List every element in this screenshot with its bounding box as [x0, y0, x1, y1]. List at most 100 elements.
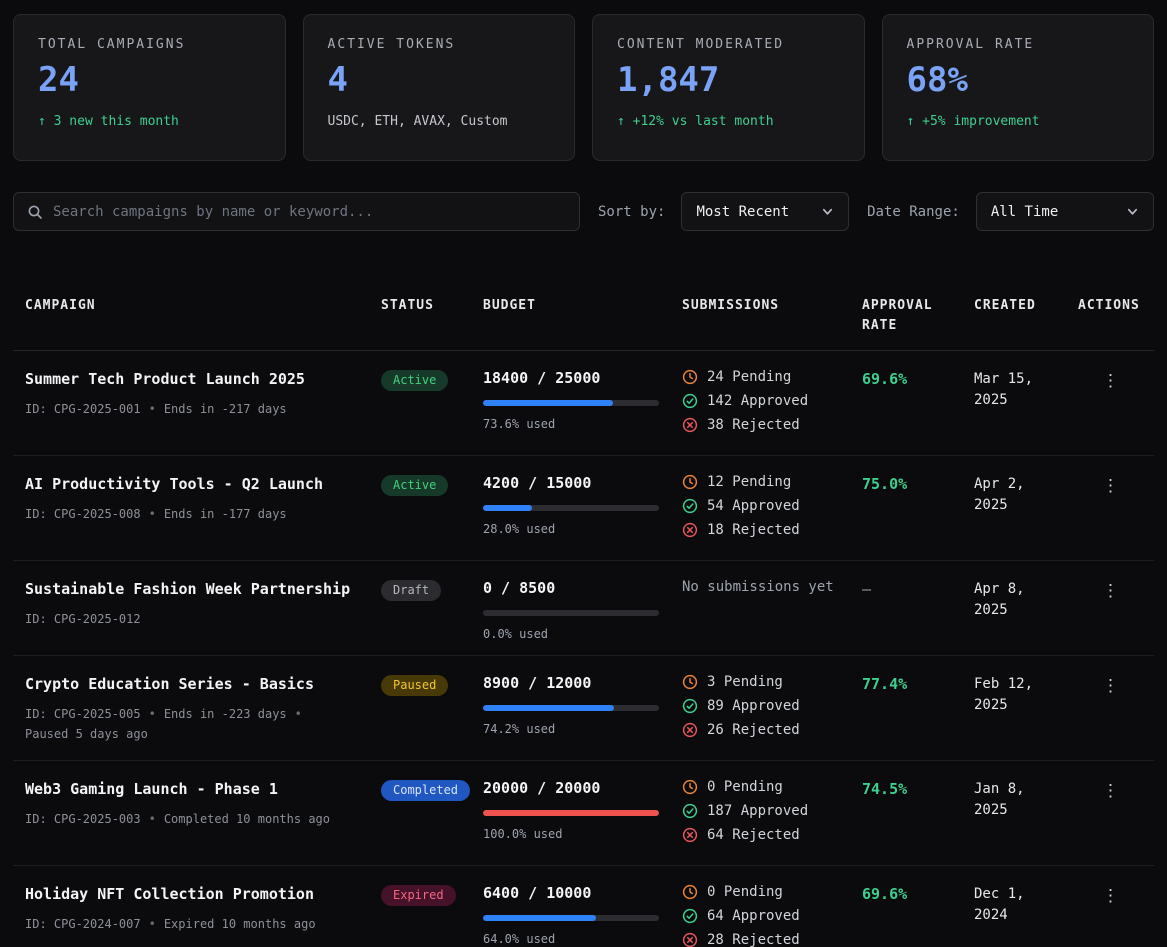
submission-count-label: 3 Pending — [707, 674, 783, 690]
created-cell: Jan 8, 2025 — [974, 779, 1078, 851]
campaigns-table: CAMPAIGN STATUS BUDGET SUBMISSIONS APPRO… — [13, 268, 1154, 947]
approval-rate-cell: 69.6% — [862, 369, 974, 441]
kebab-menu-icon[interactable]: ⋮ — [1092, 779, 1129, 804]
campaign-cell: Sustainable Fashion Week Partnership ID:… — [25, 579, 381, 641]
kebab-menu-icon[interactable]: ⋮ — [1092, 474, 1129, 499]
submissions-cell: 24 Pending142 Approved38 Rejected — [682, 369, 862, 441]
created-date: Jan 8, 2025 — [974, 779, 1060, 820]
submissions-cell: 12 Pending54 Approved18 Rejected — [682, 474, 862, 546]
sort-select[interactable]: Most Recent — [681, 192, 849, 231]
created-cell: Feb 12, 2025 — [974, 674, 1078, 746]
campaign-cell: Holiday NFT Collection Promotion ID: CPG… — [25, 884, 381, 947]
status-badge: Paused — [381, 675, 448, 696]
status-badge: Active — [381, 370, 448, 391]
budget-progress-bar — [483, 400, 659, 406]
col-header-campaign: CAMPAIGN — [25, 268, 381, 336]
budget-cell: 6400 / 10000 64.0% used — [483, 884, 682, 947]
budget-used-label: 100.0% used — [483, 827, 664, 841]
x-circle-icon — [682, 932, 698, 947]
approval-rate-value: 74.5% — [862, 780, 907, 798]
dashboard-page: TOTAL CAMPAIGNS 24 ↑ 3 new this month AC… — [0, 0, 1167, 947]
kebab-menu-icon[interactable]: ⋮ — [1092, 369, 1129, 394]
budget-used-label: 0.0% used — [483, 627, 664, 641]
search-input[interactable] — [53, 204, 566, 220]
campaign-name: Summer Tech Product Launch 2025 — [25, 369, 363, 391]
campaign-name: Web3 Gaming Launch - Phase 1 — [25, 779, 363, 801]
budget-cell: 20000 / 20000 100.0% used — [483, 779, 682, 851]
created-date: Feb 12, 2025 — [974, 674, 1060, 715]
no-submissions-text: No submissions yet — [682, 579, 844, 595]
x-circle-icon — [682, 722, 698, 738]
kebab-menu-icon[interactable]: ⋮ — [1092, 884, 1129, 909]
stat-value: 68% — [907, 62, 1130, 99]
stat-detail: USDC, ETH, AVAX, Custom — [328, 114, 551, 129]
submission-pending: 12 Pending — [682, 474, 844, 490]
table-row: AI Productivity Tools - Q2 Launch ID: CP… — [13, 456, 1154, 561]
stat-trend: ↑ 3 new this month — [38, 114, 261, 129]
date-range-select[interactable]: All Time — [976, 192, 1154, 231]
approval-rate-cell: 75.0% — [862, 474, 974, 546]
x-circle-icon — [682, 417, 698, 433]
sort-selected-value: Most Recent — [696, 204, 789, 220]
budget-progress-fill — [483, 705, 614, 711]
budget-progress-fill — [483, 505, 532, 511]
campaign-meta-item: Paused 5 days ago — [25, 725, 148, 743]
stat-label: TOTAL CAMPAIGNS — [38, 37, 261, 52]
created-cell: Apr 8, 2025 — [974, 579, 1078, 641]
submission-rejected: 38 Rejected — [682, 417, 844, 433]
approval-rate-value: 75.0% — [862, 475, 907, 493]
budget-amount: 6400 / 10000 — [483, 884, 664, 902]
chevron-down-icon — [821, 205, 834, 218]
submission-count-label: 142 Approved — [707, 393, 808, 409]
budget-progress-bar — [483, 610, 659, 616]
budget-cell: 8900 / 12000 74.2% used — [483, 674, 682, 746]
stat-trend: ↑ +12% vs last month — [617, 114, 840, 129]
budget-progress-bar — [483, 810, 659, 816]
budget-progress-fill — [483, 400, 613, 406]
submission-count-label: 0 Pending — [707, 884, 783, 900]
submission-count-label: 28 Rejected — [707, 932, 800, 947]
submission-pending: 0 Pending — [682, 884, 844, 900]
check-circle-icon — [682, 393, 698, 409]
submission-approved: 64 Approved — [682, 908, 844, 924]
submissions-cell: 0 Pending 64 Approved 28 Rejected — [682, 884, 862, 947]
budget-amount: 8900 / 12000 — [483, 674, 664, 692]
approval-rate-cell: 77.4% — [862, 674, 974, 746]
submission-pending: 3 Pending — [682, 674, 844, 690]
submission-count-label: 26 Rejected — [707, 722, 800, 738]
campaign-meta-item: ID: CPG-2025-005 — [25, 705, 141, 723]
campaign-meta: ID: CPG-2025-003•Completed 10 months ago — [25, 810, 363, 828]
campaign-name: Holiday NFT Collection Promotion — [25, 884, 363, 906]
stat-trend: ↑ +5% improvement — [907, 114, 1130, 129]
budget-used-label: 73.6% used — [483, 417, 664, 431]
budget-used-label: 28.0% used — [483, 522, 664, 536]
actions-cell: ⋮ — [1078, 884, 1142, 947]
table-header-row: CAMPAIGN STATUS BUDGET SUBMISSIONS APPRO… — [13, 268, 1154, 351]
campaign-meta: ID: CPG-2025-012 — [25, 610, 363, 628]
approval-rate-cell: – — [862, 579, 974, 641]
search-icon — [27, 204, 43, 220]
table-body: Summer Tech Product Launch 2025 ID: CPG-… — [13, 351, 1154, 947]
submission-count-label: 89 Approved — [707, 698, 800, 714]
campaign-meta-item: Expired 10 months ago — [164, 915, 316, 933]
submission-count-label: 18 Rejected — [707, 522, 800, 538]
created-date: Apr 2, 2025 — [974, 474, 1060, 515]
created-cell: Apr 2, 2025 — [974, 474, 1078, 546]
search-box[interactable] — [13, 192, 580, 231]
campaign-meta-item: ID: CPG-2025-003 — [25, 810, 141, 828]
campaign-meta-item: Ends in -223 days — [164, 705, 287, 723]
check-circle-icon — [682, 803, 698, 819]
col-header-status: STATUS — [381, 268, 483, 336]
status-badge: Draft — [381, 580, 441, 601]
budget-amount: 4200 / 15000 — [483, 474, 664, 492]
col-header-created: CREATED — [974, 268, 1078, 336]
col-header-budget: BUDGET — [483, 268, 682, 336]
kebab-menu-icon[interactable]: ⋮ — [1092, 579, 1129, 604]
col-header-actions: ACTIONS — [1078, 268, 1142, 336]
campaign-name: AI Productivity Tools - Q2 Launch — [25, 474, 363, 496]
status-cell: Completed — [381, 779, 483, 851]
table-row: Holiday NFT Collection Promotion ID: CPG… — [13, 866, 1154, 947]
kebab-menu-icon[interactable]: ⋮ — [1092, 674, 1129, 699]
submissions-cell: 0 Pending187 Approved64 Rejected — [682, 779, 862, 851]
approval-rate-cell: 74.5% — [862, 779, 974, 851]
